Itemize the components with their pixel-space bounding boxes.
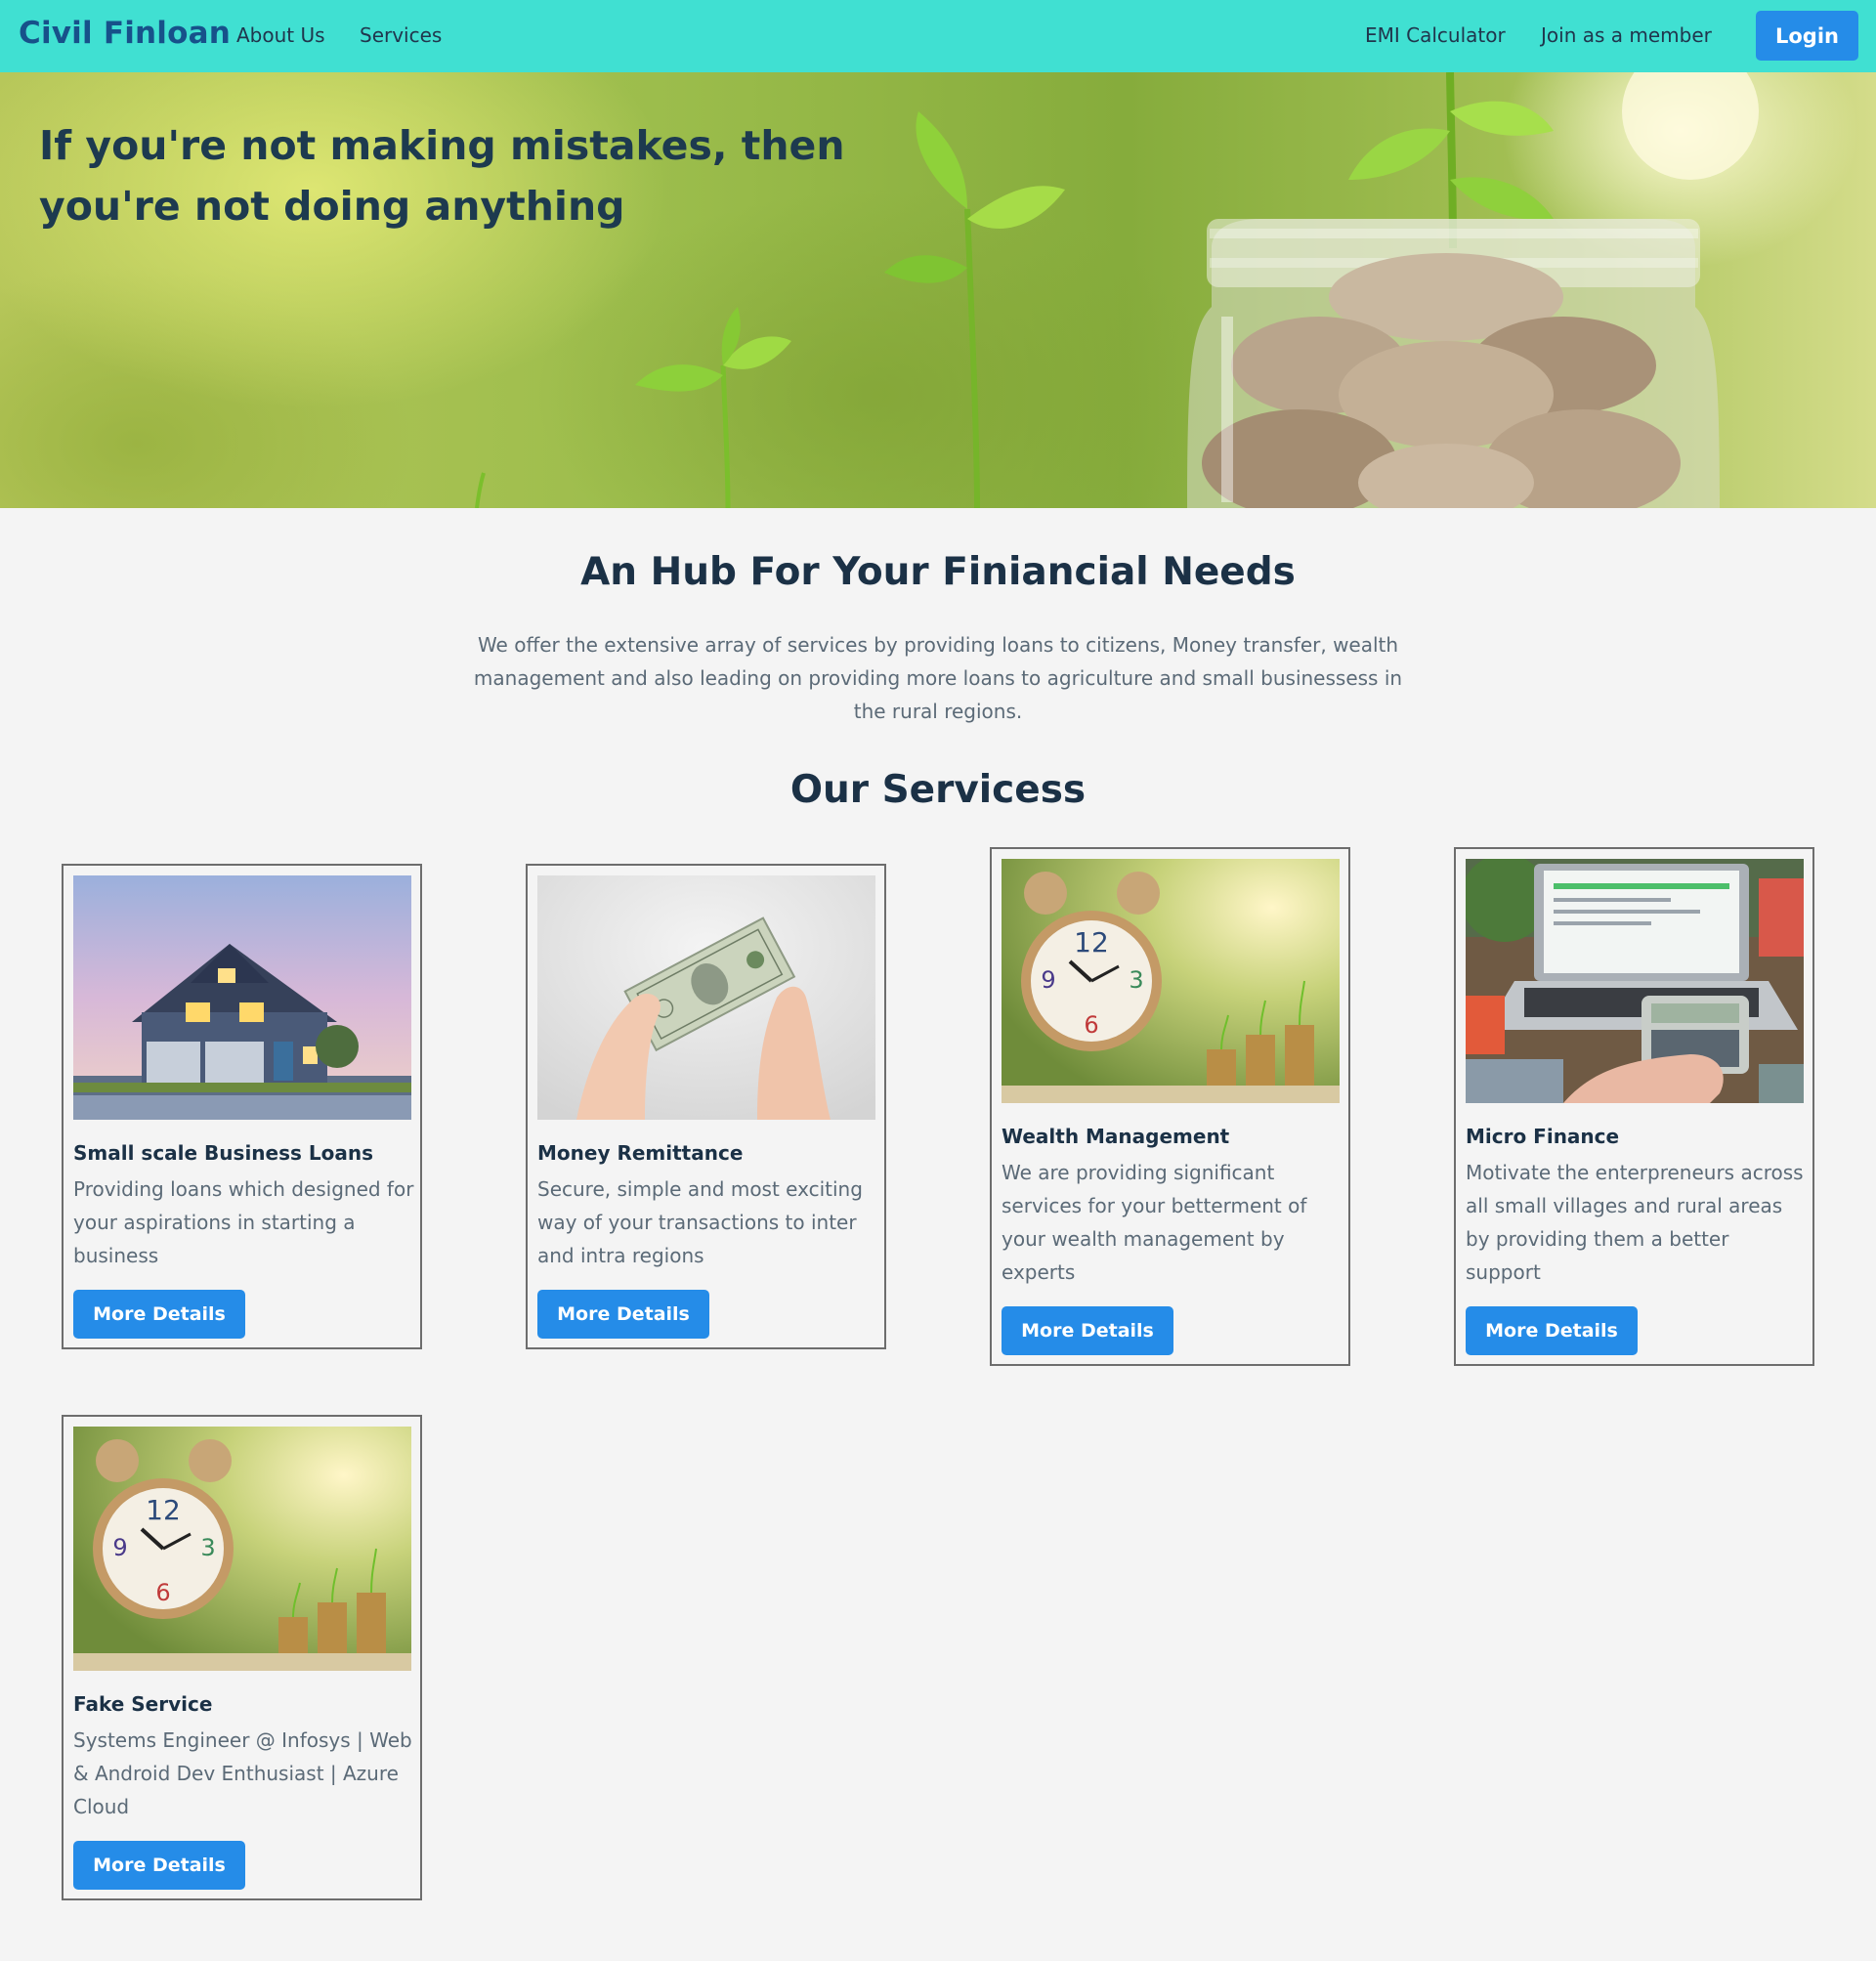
card-description: Motivate the enterpreneurs across all sm… bbox=[1466, 1161, 1804, 1284]
card-description: Secure, simple and most exciting way of … bbox=[537, 1177, 863, 1267]
more-details-button[interactable]: More Details bbox=[1466, 1306, 1638, 1355]
services-title: Our Servicess bbox=[789, 768, 1087, 812]
svg-text:3: 3 bbox=[1129, 966, 1143, 994]
intro-title: An Hub For Your Finiancial Needs bbox=[580, 550, 1296, 594]
nav-join-member[interactable]: Join as a member bbox=[1541, 23, 1712, 47]
service-card: 12 3 6 9 Wealth Management We are provid… bbox=[990, 847, 1350, 1366]
card-title: Wealth Management bbox=[1002, 1125, 1230, 1148]
nav-services[interactable]: Services bbox=[360, 23, 442, 47]
card-title: Micro Finance bbox=[1466, 1125, 1620, 1148]
house-image bbox=[73, 875, 411, 1120]
svg-text:12: 12 bbox=[146, 1494, 181, 1526]
service-card: Micro Finance Motivate the enterpreneurs… bbox=[1454, 847, 1814, 1366]
card-description: Providing loans which designed for your … bbox=[73, 1177, 414, 1267]
svg-text:12: 12 bbox=[1074, 926, 1109, 959]
alarm-clock-image: 12 3 6 9 bbox=[73, 1427, 411, 1671]
more-details-button[interactable]: More Details bbox=[537, 1290, 709, 1339]
service-card: Small scale Business Loans Providing loa… bbox=[62, 864, 422, 1349]
svg-text:9: 9 bbox=[112, 1534, 127, 1561]
svg-text:3: 3 bbox=[200, 1534, 215, 1561]
card-description: We are providing significant services fo… bbox=[1002, 1161, 1307, 1284]
card-description: Systems Engineer @ Infosys | Web & Andro… bbox=[73, 1728, 412, 1818]
alarm-clock-image: 12 3 6 9 bbox=[1002, 859, 1340, 1103]
navbar: Civil Finloan About Us Services EMI Calc… bbox=[0, 0, 1876, 72]
more-details-button[interactable]: More Details bbox=[73, 1841, 245, 1890]
brand-logo[interactable]: Civil Finloan bbox=[19, 16, 231, 51]
service-card: Money Remittance Secure, simple and most… bbox=[526, 864, 886, 1349]
dollar-bill-image bbox=[537, 875, 875, 1120]
svg-text:9: 9 bbox=[1041, 966, 1055, 994]
more-details-button[interactable]: More Details bbox=[1002, 1306, 1173, 1355]
login-button[interactable]: Login bbox=[1756, 11, 1858, 61]
card-title: Fake Service bbox=[73, 1692, 213, 1716]
nav-about-us[interactable]: About Us bbox=[236, 23, 325, 47]
svg-text:6: 6 bbox=[155, 1579, 170, 1606]
laptop-calculator-image bbox=[1466, 859, 1804, 1103]
intro-text: We offer the extensive array of services… bbox=[473, 633, 1403, 723]
nav-emi-calculator[interactable]: EMI Calculator bbox=[1365, 23, 1506, 47]
card-title: Money Remittance bbox=[537, 1141, 744, 1165]
more-details-button[interactable]: More Details bbox=[73, 1290, 245, 1339]
svg-text:6: 6 bbox=[1084, 1011, 1098, 1039]
hero-banner: If you're not making mistakes, then you'… bbox=[0, 72, 1876, 508]
service-card: 12 3 6 9 Fake Service Systems Engineer @… bbox=[62, 1415, 422, 1900]
card-title: Small scale Business Loans bbox=[73, 1141, 373, 1165]
hero-title: If you're not making mistakes, then you'… bbox=[39, 122, 845, 230]
